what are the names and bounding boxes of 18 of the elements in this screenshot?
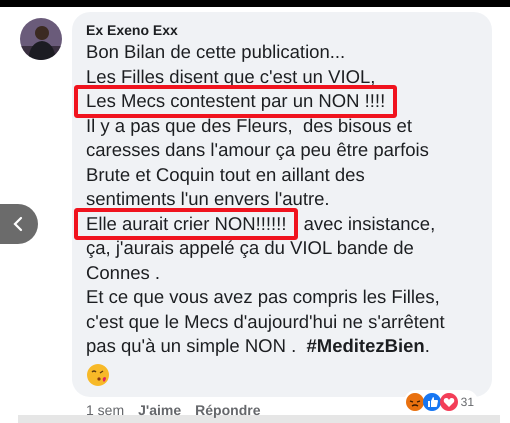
reaction-count: 31 [460, 394, 474, 408]
kiss-emoji-icon [86, 362, 110, 386]
comment-text: Et ce que vous avez pas compris les Filles, [86, 285, 440, 309]
comment-text: c'est que le Mecs d'aujourd'hui ne s'arrêtent [86, 310, 445, 334]
comment-text: Connes . [86, 260, 160, 284]
action-link[interactable]: J'aime [138, 402, 182, 418]
highlighted-text: Les Mecs contestent par un NON !!!! [74, 85, 398, 118]
comment-text: avec insistance, [302, 212, 436, 236]
timestamp: 1 sem [86, 402, 124, 418]
action-link[interactable]: Répondre [195, 402, 260, 418]
angry-reaction-icon [404, 392, 425, 412]
comment-text: Bon Bilan de cette publication... [86, 40, 346, 64]
comment-text: pas qu'à un simple NON . #MeditezBien. [86, 334, 430, 358]
comment-text: Brute et Coquin tout en aillant des [86, 162, 365, 187]
back-button[interactable] [0, 204, 38, 244]
author-name[interactable]: Ex Exeno Exx [86, 22, 482, 38]
highlighted-text: Elle aurait crier NON!!!!!! [74, 208, 298, 240]
comment-text: caresses dans l'amour ça peu être parfois [86, 138, 429, 162]
